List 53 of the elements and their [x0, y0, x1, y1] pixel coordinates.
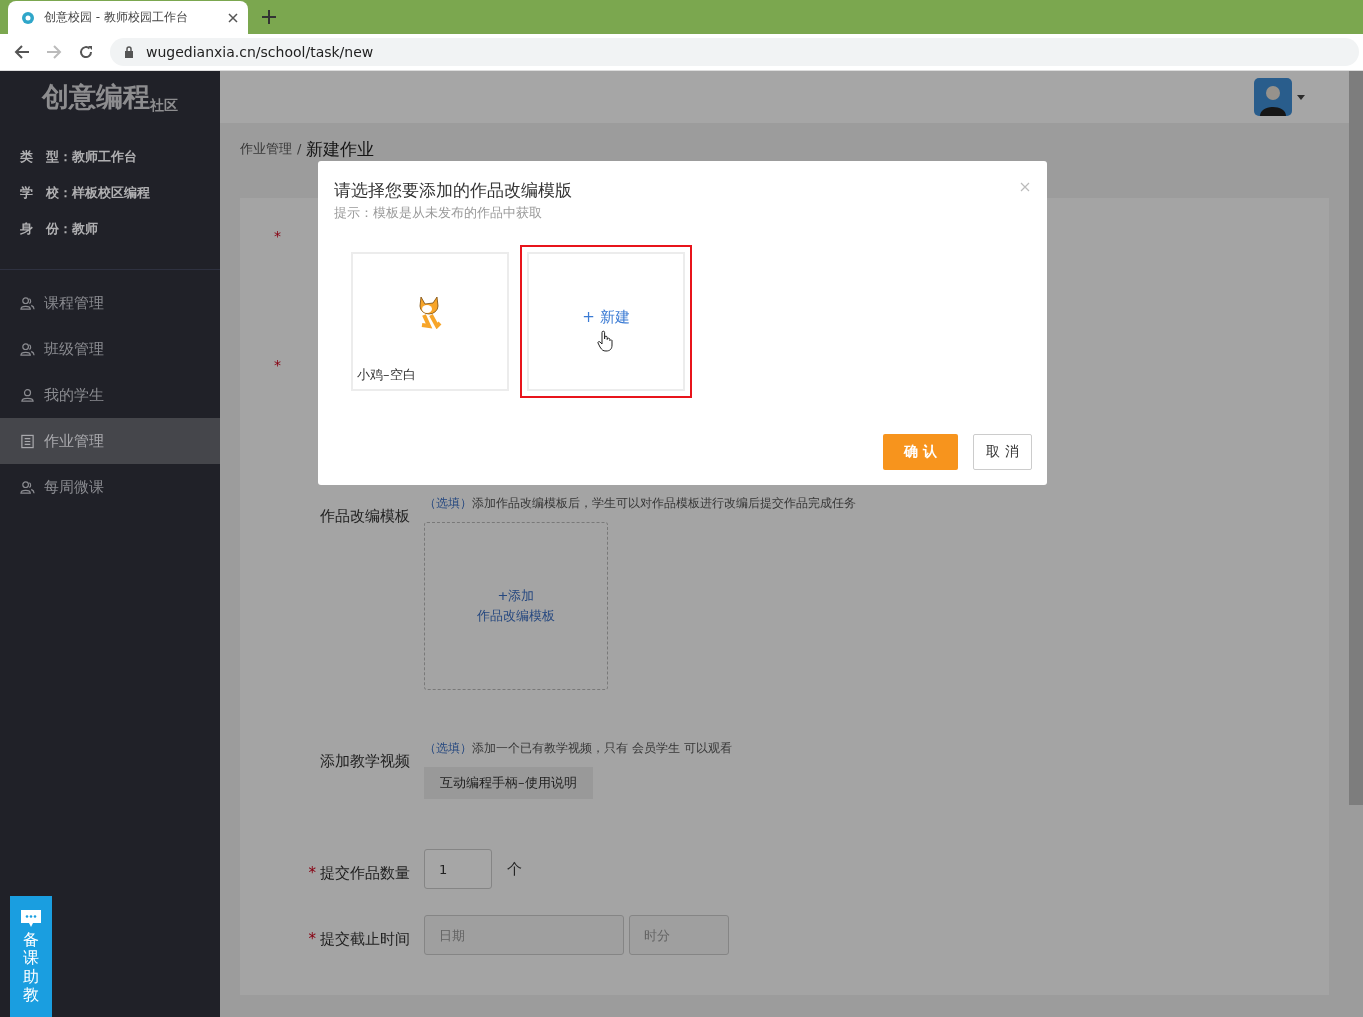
close-icon[interactable]	[228, 12, 238, 23]
reload-icon[interactable]	[78, 44, 94, 60]
users-icon	[20, 341, 35, 357]
date-field[interactable]: 日期	[424, 915, 624, 955]
sidebar-item[interactable]: 课程管理	[0, 280, 220, 326]
field-label: 添加教学视频	[320, 752, 410, 771]
browser-tab[interactable]: 创意校园 - 教师校园工作台	[8, 1, 248, 34]
required-mark: *	[274, 357, 281, 373]
field-hint: （选填）添加作品改编模板后，学生可以对作品模板进行改编后提交作品完成任务	[424, 495, 856, 512]
profile-info: 学 校：样板校区编程	[20, 184, 151, 202]
address-bar[interactable]: wugedianxia.cn/school/task/new	[110, 38, 1359, 66]
template-name: 小鸡–空白	[357, 366, 416, 384]
field-hint: （选填）添加一个已有教学视频，只有 会员学生 可以观看	[424, 740, 732, 757]
time-field[interactable]: 时分	[629, 915, 729, 955]
users-icon	[20, 479, 35, 495]
sidebar-item[interactable]: 班级管理	[0, 326, 220, 372]
users-icon	[20, 295, 35, 311]
back-icon[interactable]	[14, 44, 30, 60]
breadcrumb-separator: /	[297, 140, 302, 158]
plus-icon[interactable]	[262, 10, 276, 24]
chat-icon	[21, 910, 41, 928]
avatar[interactable]	[1254, 78, 1292, 116]
unit-label: 个	[507, 859, 522, 879]
lock-icon	[124, 46, 134, 58]
required-mark: *	[274, 228, 281, 244]
helper-widget[interactable]: 备课助教	[10, 896, 52, 1017]
url-text: wugedianxia.cn/school/task/new	[146, 44, 374, 60]
cancel-button[interactable]: 取 消	[973, 434, 1032, 470]
profile-info: 类 型：教师工作台	[20, 148, 138, 166]
caret-icon[interactable]	[1297, 94, 1305, 100]
add-template-button[interactable]: +添加 作品改编模板	[424, 522, 608, 690]
field-label: 提交截止时间	[320, 929, 410, 949]
scrollbar[interactable]	[1349, 71, 1363, 805]
dialog-title: 请选择您要添加的作品改编模版	[334, 179, 573, 201]
dialog-hint: 提示：模板是从未发布的作品中获取	[334, 204, 543, 222]
sidebar-item[interactable]: 每周微课	[0, 464, 220, 510]
hand-pointer-icon	[597, 330, 613, 352]
breadcrumb-link[interactable]: 作业管理	[240, 139, 292, 159]
field-label: 作品改编模板	[320, 507, 410, 526]
tab-title: 创意校园 - 教师校园工作台	[44, 9, 189, 26]
sidebar-item[interactable]: 我的学生	[0, 372, 220, 418]
sidebar-item[interactable]: 作业管理	[0, 418, 220, 464]
user-icon	[20, 387, 35, 403]
new-template-button[interactable]: + 新建	[520, 245, 692, 398]
page-title: 新建作业	[306, 139, 375, 159]
count-input[interactable]: 1	[424, 849, 492, 889]
video-tag[interactable]: 互动编程手柄–使用说明	[424, 767, 593, 799]
required-mark: *	[308, 864, 316, 882]
helper-label: 备课助教	[23, 931, 39, 1005]
list-icon	[20, 433, 35, 449]
profile-info: 身 份：教师	[20, 220, 99, 238]
field-label: 提交作品数量	[320, 863, 410, 883]
required-mark: *	[308, 930, 316, 948]
